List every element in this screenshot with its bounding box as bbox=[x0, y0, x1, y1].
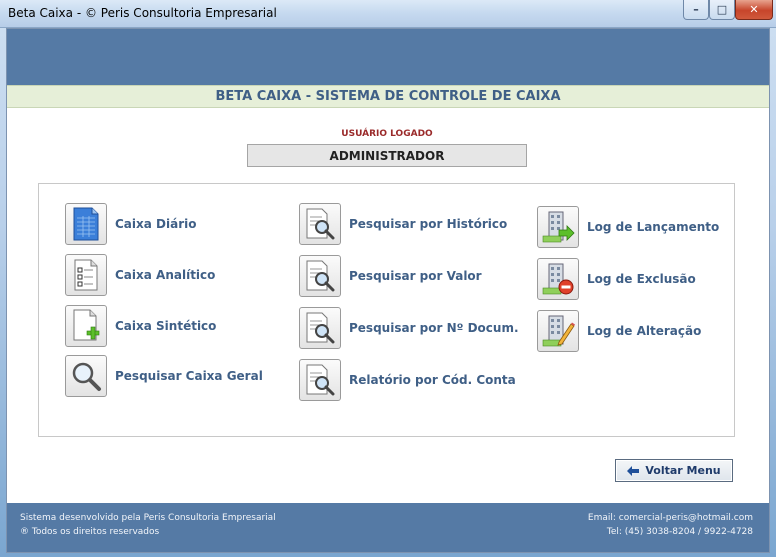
menu-label: Caixa Diário bbox=[115, 217, 197, 231]
menu-pesquisar-valor[interactable]: Pesquisar por Valor bbox=[299, 255, 482, 297]
building-delete-icon bbox=[537, 258, 579, 300]
close-button[interactable]: ✕ bbox=[735, 0, 773, 20]
menu-label: Pesquisar por Nº Docum. bbox=[349, 321, 519, 335]
menu-log-lancamento[interactable]: Log de Lançamento bbox=[537, 206, 719, 248]
menu-label: Caixa Sintético bbox=[115, 319, 217, 333]
minimize-button[interactable]: – bbox=[683, 0, 709, 20]
footer: Sistema desenvolvido pela Peris Consulto… bbox=[7, 503, 769, 552]
header-band bbox=[7, 29, 769, 85]
back-to-menu-label: Voltar Menu bbox=[645, 464, 721, 477]
minimize-icon: – bbox=[693, 3, 699, 16]
menu-label: Log de Alteração bbox=[587, 324, 702, 338]
building-arrow-icon bbox=[537, 206, 579, 248]
checklist-icon bbox=[65, 254, 107, 296]
menu-pesquisar-historico[interactable]: Pesquisar por Histórico bbox=[299, 203, 507, 245]
arrow-left-icon bbox=[627, 461, 640, 480]
window-titlebar: Beta Caixa - © Peris Consultoria Empresa… bbox=[0, 0, 776, 28]
menu-pesquisar-num-documento[interactable]: Pesquisar por Nº Docum. bbox=[299, 307, 519, 349]
menu-log-exclusao[interactable]: Log de Exclusão bbox=[537, 258, 696, 300]
footer-phone: Tel: (45) 3038-8204 / 9922-4728 bbox=[606, 527, 753, 537]
menu-label: Pesquisar por Valor bbox=[349, 269, 482, 283]
menu-caixa-diario[interactable]: Caixa Diário bbox=[65, 203, 196, 245]
logged-user-field: ADMINISTRADOR bbox=[247, 144, 527, 167]
close-icon: ✕ bbox=[749, 3, 759, 16]
menu-relatorio-cod-conta[interactable]: Relatório por Cód. Conta bbox=[299, 359, 516, 401]
document-add-icon bbox=[65, 305, 107, 347]
menu-label: Pesquisar Caixa Geral bbox=[115, 369, 263, 383]
search-report-icon bbox=[299, 203, 341, 245]
logged-user-label: USUÁRIO LOGADO bbox=[341, 129, 433, 139]
footer-developer-text: Sistema desenvolvido pela Peris Consulto… bbox=[20, 513, 276, 523]
menu-label: Pesquisar por Histórico bbox=[349, 217, 508, 231]
system-title-bar: BETA CAIXA - SISTEMA DE CONTROLE DE CAIX… bbox=[7, 85, 769, 108]
system-title: BETA CAIXA - SISTEMA DE CONTROLE DE CAIX… bbox=[215, 89, 561, 104]
main-form: BETA CAIXA - SISTEMA DE CONTROLE DE CAIX… bbox=[6, 28, 770, 553]
window-title: Beta Caixa - © Peris Consultoria Empresa… bbox=[8, 6, 277, 20]
maximize-button[interactable]: □ bbox=[709, 0, 735, 20]
menu-panel: Caixa Diário Caixa Analítico Caixa Sinté… bbox=[38, 183, 735, 437]
maximize-icon: □ bbox=[716, 3, 728, 16]
back-to-menu-button[interactable]: Voltar Menu bbox=[615, 459, 733, 482]
menu-pesquisar-caixa-geral[interactable]: Pesquisar Caixa Geral bbox=[65, 355, 263, 397]
search-report-icon bbox=[299, 307, 341, 349]
menu-label: Relatório por Cód. Conta bbox=[349, 373, 516, 387]
magnifier-icon bbox=[65, 355, 107, 397]
footer-email: Email: comercial-peris@hotmail.com bbox=[587, 513, 753, 523]
document-grid-icon bbox=[65, 203, 107, 245]
menu-label: Log de Lançamento bbox=[587, 220, 720, 234]
building-edit-icon bbox=[537, 310, 579, 352]
menu-label: Log de Exclusão bbox=[587, 272, 696, 286]
menu-log-alteracao[interactable]: Log de Alteração bbox=[537, 310, 701, 352]
menu-label: Caixa Analítico bbox=[115, 268, 216, 282]
search-report-icon bbox=[299, 359, 341, 401]
menu-caixa-sintetico[interactable]: Caixa Sintético bbox=[65, 305, 216, 347]
search-report-icon bbox=[299, 255, 341, 297]
menu-caixa-analitico[interactable]: Caixa Analítico bbox=[65, 254, 215, 296]
footer-rights-text: ® Todos os direitos reservados bbox=[20, 527, 160, 537]
